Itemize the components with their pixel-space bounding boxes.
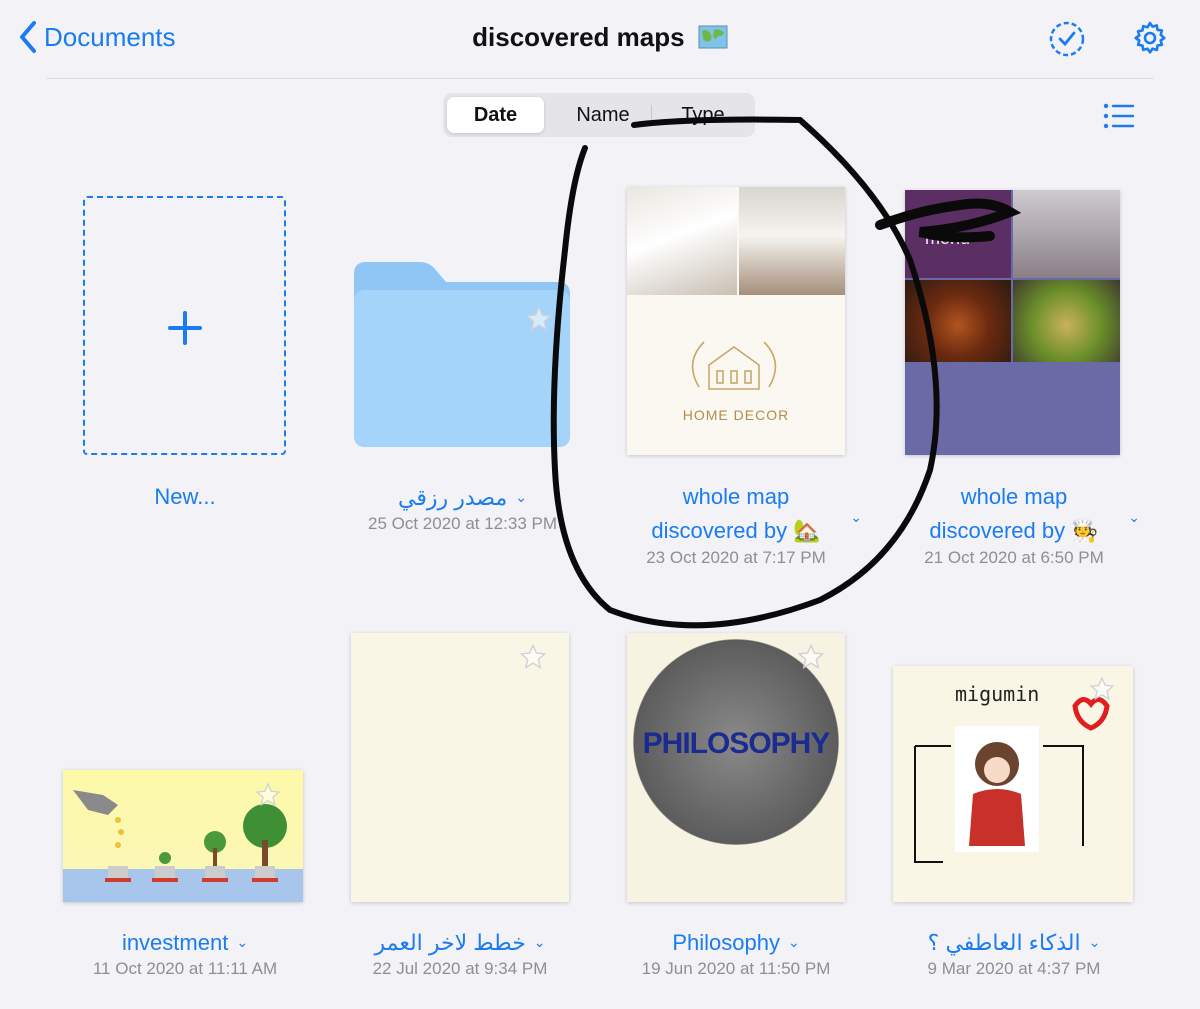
document-thumbnail[interactable]: PHILOSOPHY — [627, 633, 845, 902]
chevron-down-icon[interactable]: ⌄ — [236, 934, 248, 950]
item-name[interactable]: خطط لاخر العمر ⌄ — [335, 925, 585, 960]
home-decor-logo — [691, 341, 777, 390]
item-name-text: Philosophy — [672, 930, 780, 955]
favorite-star-icon[interactable] — [1089, 676, 1115, 702]
item-name-line2: discovered by — [929, 518, 1066, 543]
item-date: 23 Oct 2020 at 7:17 PM — [646, 548, 826, 567]
thumbnail-photo-living-room — [627, 187, 737, 295]
favorite-star-icon[interactable] — [797, 643, 825, 671]
house-emoji-icon: 🏡 — [793, 518, 821, 543]
item-name[interactable]: whole map discovered by 🧑‍🍳 ⌄ — [888, 480, 1140, 548]
new-document-label[interactable]: New... — [85, 480, 285, 514]
select-button[interactable] — [1048, 20, 1086, 63]
item-date: 19 Jun 2020 at 11:50 PM — [641, 959, 831, 978]
item-name[interactable]: investment ⌄ — [60, 925, 310, 960]
item-name-text: الذكاء العاطفي ؟ — [927, 930, 1081, 955]
list-view-button[interactable] — [1103, 103, 1135, 134]
item-date: 22 Jul 2020 at 9:34 PM — [372, 959, 548, 978]
sort-segmented-control: Date Name Type — [443, 93, 755, 137]
document-thumbnail[interactable]: migumin — [893, 666, 1133, 902]
favorite-star-icon[interactable] — [525, 305, 553, 333]
item-name[interactable]: Philosophy ⌄ — [610, 925, 862, 960]
document-thumbnail[interactable] — [351, 633, 569, 902]
settings-button[interactable] — [1132, 20, 1168, 61]
document-thumbnail[interactable]: menu — [905, 190, 1120, 455]
chevron-down-icon[interactable]: ⌄ — [534, 934, 546, 950]
chevron-down-icon[interactable]: ⌄ — [788, 934, 800, 950]
segment-separator — [651, 105, 652, 125]
chef-emoji-icon: 🧑‍🍳 — [1071, 518, 1099, 543]
item-name-line1: whole map — [960, 484, 1068, 509]
chevron-down-icon[interactable]: ⌄ — [1128, 500, 1140, 534]
item-name[interactable]: whole map discovered by 🏡 ⌄ — [610, 480, 862, 548]
item-name[interactable]: الذكاء العاطفي ؟ ⌄ — [888, 925, 1140, 960]
chevron-down-icon[interactable]: ⌄ — [1089, 934, 1101, 950]
sort-type-tab[interactable]: Type — [655, 97, 751, 133]
checkmark-circle-icon — [1049, 21, 1085, 57]
thumbnail-photo-glasses — [1013, 190, 1120, 278]
favorite-star-icon[interactable] — [519, 643, 547, 671]
gear-icon — [1134, 21, 1166, 54]
chevron-down-icon[interactable]: ⌄ — [515, 489, 527, 505]
thumbnail-text: PHILOSOPHY — [642, 727, 831, 760]
item-name-line1: whole map — [682, 484, 790, 509]
chevron-down-icon[interactable]: ⌄ — [850, 500, 862, 534]
thumbnail-photo-burger — [905, 280, 1011, 362]
thumbnail-photo-lounge — [739, 187, 845, 295]
item-date: 21 Oct 2020 at 6:50 PM — [924, 548, 1104, 567]
item-name-text: مصدر رزقي — [398, 485, 508, 510]
sort-date-tab[interactable]: Date — [447, 97, 544, 133]
plus-icon — [168, 311, 202, 345]
item-name-line2: discovered by — [651, 518, 788, 543]
item-name-text: خطط لاخر العمر — [374, 930, 526, 955]
header-divider — [46, 78, 1154, 79]
sort-name-tab[interactable]: Name — [553, 97, 653, 133]
thumbnail-photo-salad — [1013, 280, 1120, 362]
folder-icon[interactable] — [354, 262, 570, 447]
thumbnail-text: HOME DECOR — [682, 407, 790, 423]
item-name[interactable]: مصدر رزقي ⌄ — [340, 480, 585, 515]
list-icon — [1103, 103, 1135, 129]
page-title: discovered maps — [0, 22, 1200, 53]
item-date: 11 Oct 2020 at 11:11 AM — [92, 959, 278, 978]
item-date: 9 Mar 2020 at 4:37 PM — [927, 959, 1101, 978]
title-text: discovered maps — [472, 22, 685, 52]
document-thumbnail[interactable]: HOME DECOR — [627, 187, 845, 455]
world-map-icon — [698, 25, 728, 49]
new-document-tile[interactable] — [83, 196, 286, 455]
item-name-text: investment — [121, 930, 229, 955]
favorite-star-icon[interactable] — [255, 782, 281, 808]
thumbnail-text: menu — [925, 228, 971, 248]
document-thumbnail[interactable] — [63, 770, 303, 902]
item-date: 25 Oct 2020 at 12:33 PM — [367, 514, 557, 533]
